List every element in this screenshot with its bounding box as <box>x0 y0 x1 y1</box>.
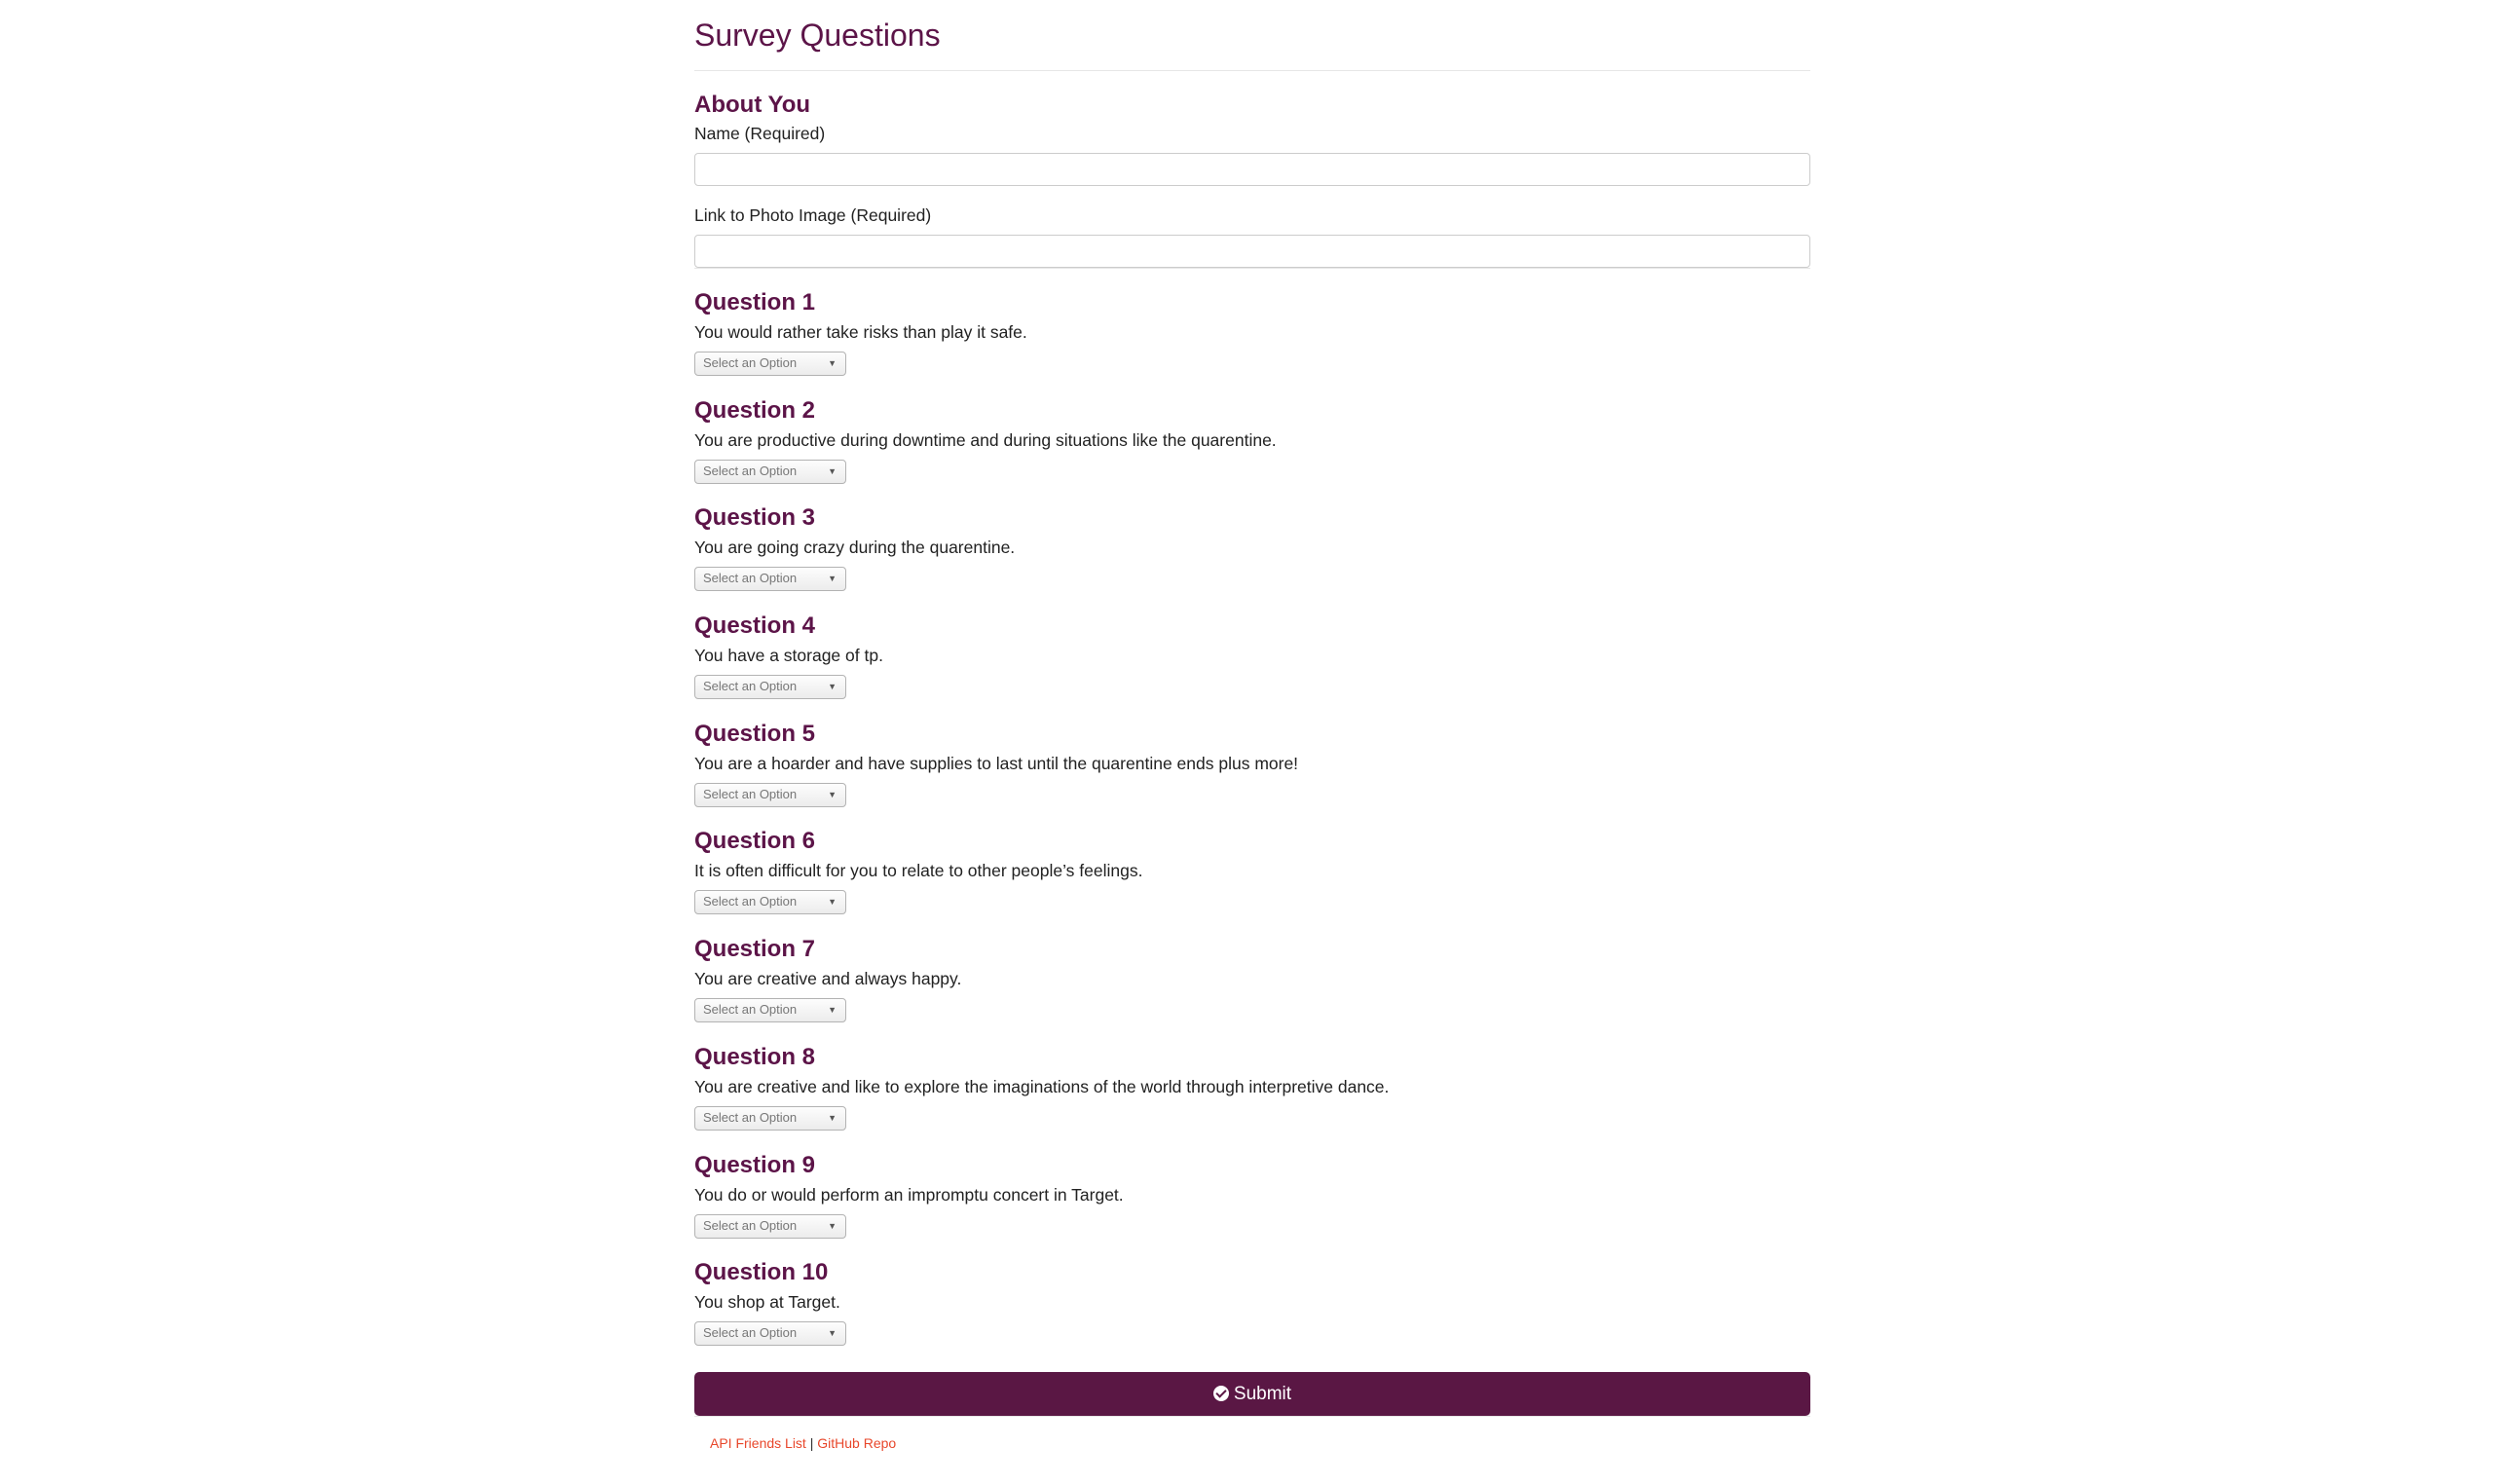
question-1: Question 1 You would rather take risks t… <box>694 288 1810 396</box>
name-input[interactable] <box>694 153 1810 186</box>
select-placeholder: Select an Option <box>703 355 798 370</box>
question-3: Question 3 You are going crazy during th… <box>694 503 1810 612</box>
question-title: Question 3 <box>694 504 816 532</box>
question-text: You are creative and always happy. <box>694 969 962 989</box>
about-heading: About You <box>694 92 811 118</box>
questions-list: Question 1 You would rather take risks t… <box>694 269 1810 1366</box>
answer-select[interactable]: Select an Option ▼ <box>694 998 846 1023</box>
survey-container: Survey Questions About You Name (Require… <box>694 0 1810 1451</box>
page-title: Survey Questions <box>694 18 941 53</box>
answer-select[interactable]: Select an Option ▼ <box>694 1321 846 1347</box>
question-title: Question 7 <box>694 936 816 963</box>
caret-down-icon: ▼ <box>828 358 837 368</box>
question-title: Question 5 <box>694 720 816 747</box>
github-repo-link[interactable]: GitHub Repo <box>817 1435 896 1451</box>
question-10: Question 10 You shop at Target. Select a… <box>694 1258 1810 1366</box>
caret-down-icon: ▼ <box>828 1005 837 1016</box>
question-4: Question 4 You have a storage of tp. Sel… <box>694 612 1810 720</box>
question-text: You are creative and like to explore the… <box>694 1076 1390 1096</box>
question-9: Question 9 You do or would perform an im… <box>694 1151 1810 1259</box>
answer-select[interactable]: Select an Option ▼ <box>694 782 846 807</box>
select-placeholder: Select an Option <box>703 1325 798 1341</box>
question-2: Question 2 You are productive during dow… <box>694 396 1810 504</box>
question-title: Question 2 <box>694 396 816 424</box>
answer-select[interactable]: Select an Option ▼ <box>694 1213 846 1239</box>
photo-link-input[interactable] <box>694 235 1810 268</box>
question-5: Question 5 You are a hoarder and have su… <box>694 720 1810 828</box>
caret-down-icon: ▼ <box>828 789 837 799</box>
about-section: About You Name (Required) Link to Photo … <box>694 71 1810 268</box>
footer: API Friends List | GitHub Repo <box>694 1435 1810 1451</box>
question-title: Question 10 <box>694 1259 829 1286</box>
caret-down-icon: ▼ <box>828 897 837 908</box>
answer-select[interactable]: Select an Option ▼ <box>694 1105 846 1131</box>
answer-select[interactable]: Select an Option ▼ <box>694 675 846 700</box>
question-6: Question 6 It is often difficult for you… <box>694 827 1810 935</box>
submit-label: Submit <box>1233 1383 1292 1404</box>
question-text: You do or would perform an impromptu con… <box>694 1184 1124 1205</box>
answer-select[interactable]: Select an Option ▼ <box>694 459 846 484</box>
question-text: You are going crazy during the quarentin… <box>694 538 1016 558</box>
question-title: Question 6 <box>694 828 816 855</box>
photo-link-label: Link to Photo Image (Required) <box>694 205 932 225</box>
answer-select[interactable]: Select an Option ▼ <box>694 890 846 915</box>
question-7: Question 7 You are creative and always h… <box>694 935 1810 1043</box>
question-title: Question 4 <box>694 612 816 640</box>
select-placeholder: Select an Option <box>703 1109 798 1125</box>
caret-down-icon: ▼ <box>828 465 837 476</box>
divider <box>694 1415 1810 1417</box>
caret-down-icon: ▼ <box>828 1220 837 1231</box>
question-text: You have a storage of tp. <box>694 646 883 666</box>
answer-select[interactable]: Select an Option ▼ <box>694 352 846 376</box>
caret-down-icon: ▼ <box>828 682 837 692</box>
select-placeholder: Select an Option <box>703 463 798 478</box>
question-title: Question 8 <box>694 1043 816 1070</box>
select-placeholder: Select an Option <box>703 679 798 694</box>
question-text: You would rather take risks than play it… <box>694 322 1027 342</box>
caret-down-icon: ▼ <box>828 574 837 584</box>
select-placeholder: Select an Option <box>703 894 798 909</box>
select-placeholder: Select an Option <box>703 786 798 801</box>
select-placeholder: Select an Option <box>703 571 798 586</box>
footer-separator: | <box>809 1434 814 1451</box>
question-text: It is often difficult for you to relate … <box>694 861 1143 881</box>
api-friends-list-link[interactable]: API Friends List <box>710 1435 806 1451</box>
caret-down-icon: ▼ <box>828 1112 837 1123</box>
question-text: You shop at Target. <box>694 1292 840 1313</box>
select-placeholder: Select an Option <box>703 1217 798 1233</box>
question-text: You are a hoarder and have supplies to l… <box>694 753 1299 773</box>
select-placeholder: Select an Option <box>703 1002 798 1018</box>
question-title: Question 9 <box>694 1151 816 1178</box>
check-circle-icon <box>1212 1385 1229 1401</box>
question-title: Question 1 <box>694 289 816 315</box>
submit-button[interactable]: Submit <box>694 1371 1810 1416</box>
name-label: Name (Required) <box>694 124 826 143</box>
question-text: You are productive during downtime and d… <box>694 429 1277 450</box>
caret-down-icon: ▼ <box>828 1328 837 1339</box>
answer-select[interactable]: Select an Option ▼ <box>694 567 846 592</box>
question-8: Question 8 You are creative and like to … <box>694 1043 1810 1151</box>
